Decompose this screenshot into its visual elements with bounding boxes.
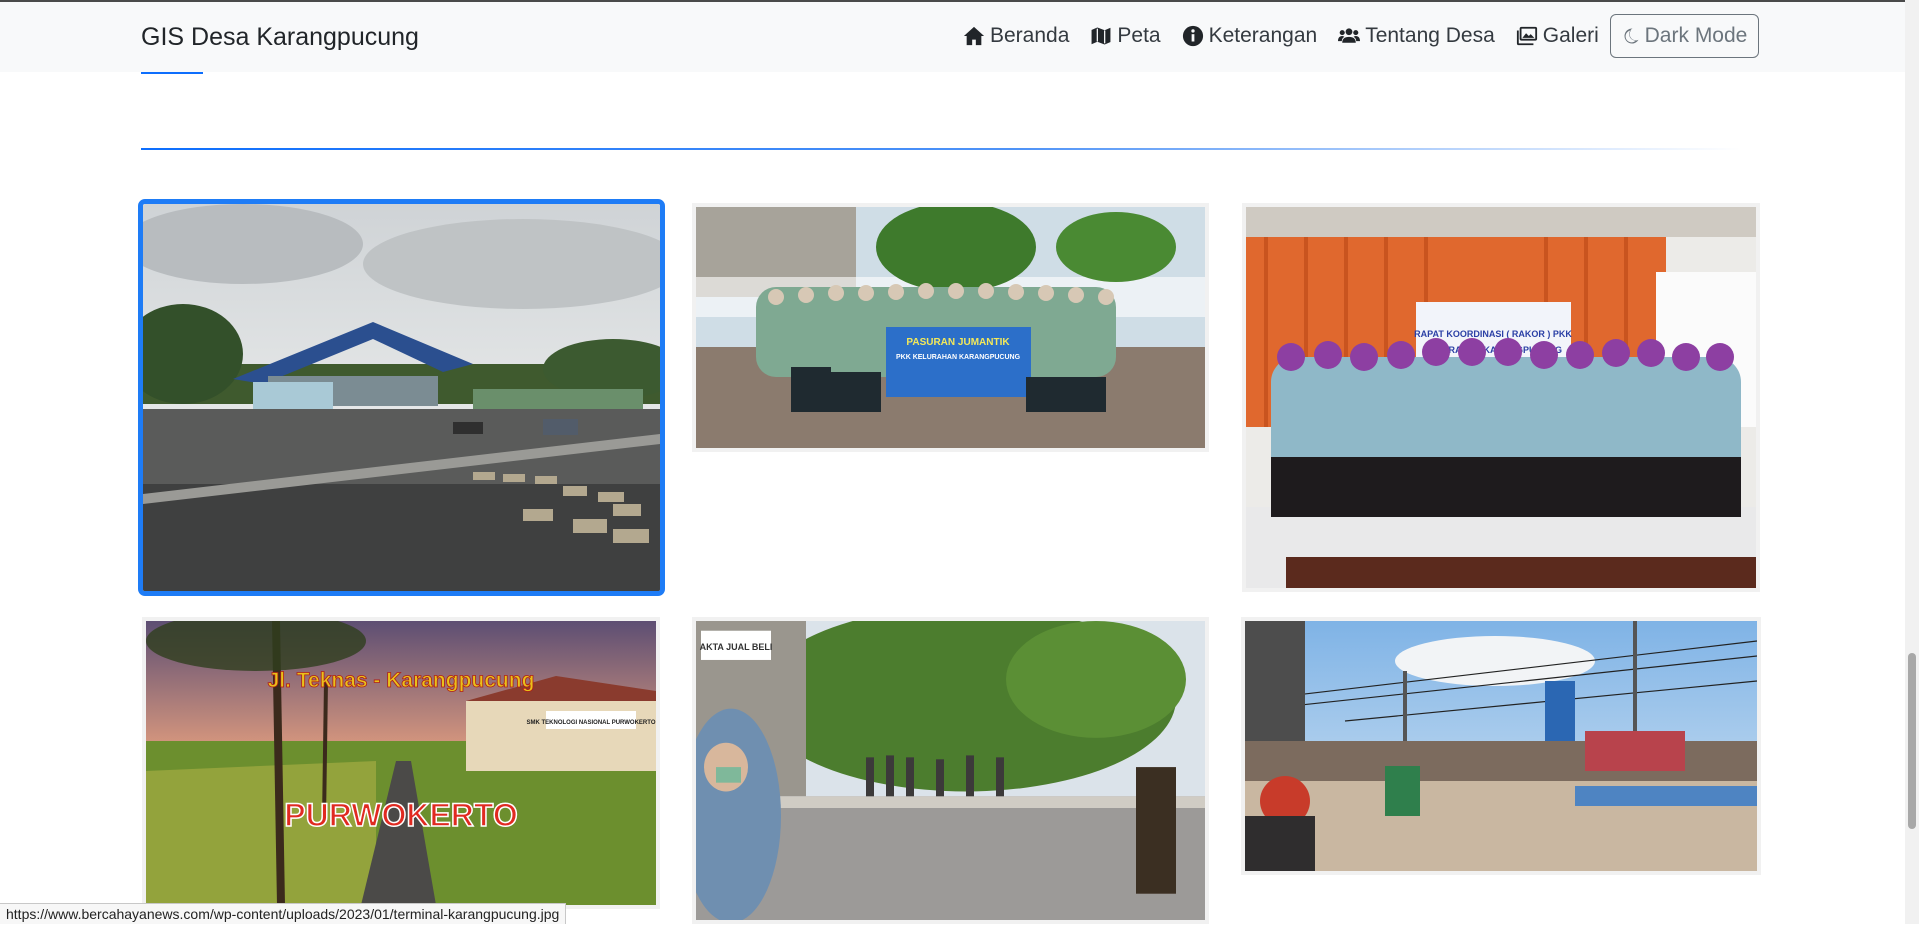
- dark-mode-label: Dark Mode: [1644, 24, 1748, 47]
- users-icon: [1338, 28, 1361, 43]
- nav-item-galeri[interactable]: Galeri: [1516, 24, 1599, 48]
- nav-label: Tentang Desa: [1365, 24, 1495, 47]
- nav-label: Beranda: [990, 24, 1070, 47]
- photo-caption: SMK TEKNOLOGI NASIONAL PURWOKERTO: [526, 720, 655, 726]
- nav-label: Peta: [1117, 24, 1161, 47]
- images-icon: [1516, 26, 1537, 46]
- gallery-item-street-gathering[interactable]: AKTA JUAL BELI: [692, 617, 1209, 924]
- scrollbar-thumb[interactable]: [1908, 653, 1916, 829]
- gallery-photo-rakor-pkk: RAPAT KOORDINASI ( RAKOR ) PKK KELURAHAN…: [1246, 207, 1756, 588]
- photo-caption: PKK KELURAHAN KARANGPUCUNG: [896, 354, 1021, 361]
- navbar: GIS Desa Karangpucung Beranda Peta Keter…: [0, 2, 1905, 72]
- nav-item-peta[interactable]: Peta: [1090, 24, 1161, 48]
- photo-caption: AKTA JUAL BELI: [700, 642, 773, 652]
- status-bar-url: https://www.bercahayanews.com/wp-content…: [0, 903, 567, 924]
- nav-label: Keterangan: [1208, 24, 1318, 47]
- photo-caption: RAPAT KOORDINASI ( RAKOR ) PKK: [1414, 329, 1572, 339]
- nav-item-keterangan[interactable]: Keterangan: [1182, 24, 1318, 48]
- nav-menu: Beranda Peta Keterangan Tentang Desa Gal…: [963, 24, 1620, 48]
- photo-caption: PASURAN JUMANTIK: [906, 337, 1010, 348]
- gallery-item-terminal-street[interactable]: [1241, 617, 1761, 875]
- gallery-item-jl-teknas[interactable]: SMK TEKNOLOGI NASIONAL PURWOKERTO Jl. Te…: [142, 617, 660, 909]
- nav-label: Galeri: [1542, 24, 1599, 47]
- gallery-photo-street-gathering: AKTA JUAL BELI: [696, 621, 1205, 920]
- gallery-photo-jl-teknas: SMK TEKNOLOGI NASIONAL PURWOKERTO Jl. Te…: [146, 621, 656, 905]
- gallery-item-rakor-pkk[interactable]: RAPAT KOORDINASI ( RAKOR ) PKK KELURAHAN…: [1242, 203, 1760, 592]
- nav-item-tentang-desa[interactable]: Tentang Desa: [1338, 24, 1495, 48]
- dark-mode-button[interactable]: Dark Mode: [1610, 14, 1759, 58]
- info-circle-icon: [1182, 25, 1203, 47]
- photo-caption: Jl. Teknas - Karangpucung: [268, 669, 535, 692]
- nav-item-beranda[interactable]: Beranda: [963, 24, 1069, 48]
- gallery-item-pasuran-jumantik[interactable]: PASURAN JUMANTIK PKK KELURAHAN KARANGPUC…: [692, 203, 1209, 452]
- map-icon: [1090, 25, 1113, 47]
- gallery-photo-pasuran-jumantik: PASURAN JUMANTIK PKK KELURAHAN KARANGPUC…: [696, 207, 1205, 448]
- section-divider: [141, 148, 1741, 150]
- moon-icon: [1624, 28, 1639, 44]
- gallery-photo-terminal-street: [1245, 621, 1757, 871]
- nav-active-underline: [141, 72, 203, 74]
- photo-caption: PURWOKERTO: [284, 797, 518, 833]
- gallery-item-terminal[interactable]: [138, 199, 665, 596]
- gallery-photo-terminal: [143, 204, 660, 591]
- brand-title[interactable]: GIS Desa Karangpucung: [141, 23, 419, 52]
- home-icon: [963, 26, 985, 46]
